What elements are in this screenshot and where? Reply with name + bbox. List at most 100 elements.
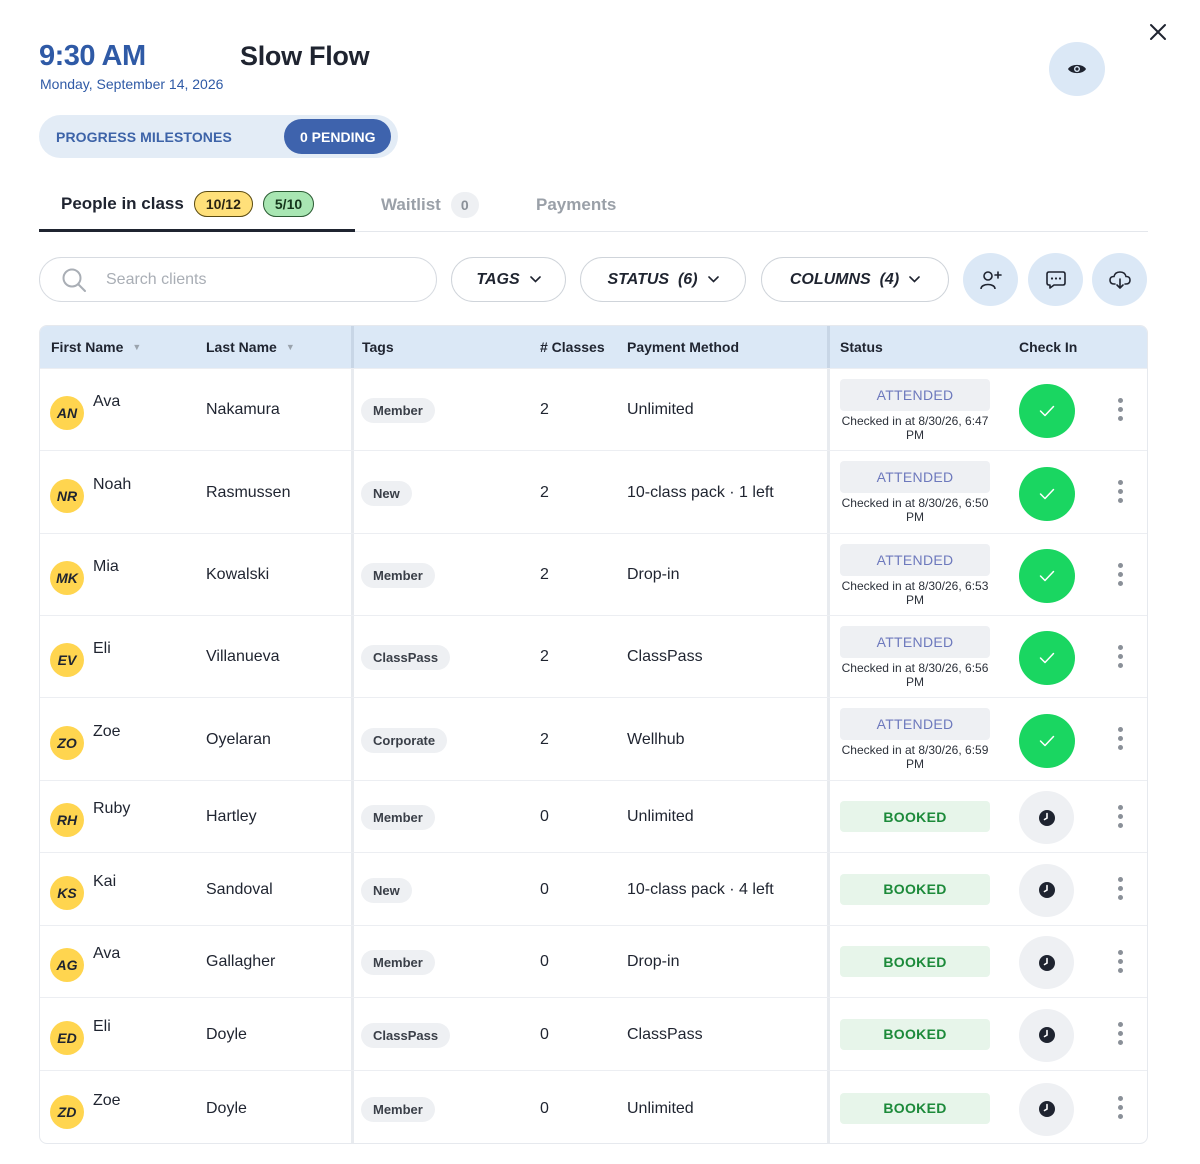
message-icon: [1045, 270, 1066, 289]
columns-filter-button[interactable]: COLUMNS (4): [761, 257, 949, 302]
tab-waitlist[interactable]: Waitlist 0: [381, 178, 479, 231]
row-more-button[interactable]: [1111, 394, 1129, 424]
more-vertical-icon: [1117, 1031, 1123, 1036]
checked-in-badge: 5/10: [262, 190, 315, 217]
row-more-button[interactable]: [1111, 946, 1129, 976]
tag-pill[interactable]: Member: [361, 1096, 435, 1122]
avatar: EV: [50, 643, 84, 677]
tab-people-in-class[interactable]: People in class 10/12 5/10: [39, 178, 355, 232]
avatar: ZD: [50, 1094, 84, 1129]
status-badge: BOOKED: [840, 801, 990, 832]
payment-method-cell: Drop-in: [627, 953, 680, 970]
tag-pill[interactable]: New: [361, 480, 412, 506]
check-in-button[interactable]: [1019, 1008, 1074, 1062]
check-in-button[interactable]: [1019, 631, 1075, 685]
first-name-cell: Kai: [93, 872, 117, 890]
row-more-button[interactable]: [1111, 559, 1129, 589]
table-row[interactable]: MK Mia Kowalski Member 2 Drop-in ATTENDED Check…: [40, 533, 1147, 615]
pending-milestones-pill[interactable]: 0 PENDING: [284, 119, 392, 154]
header-last-name[interactable]: Last Name ▼: [206, 326, 295, 368]
last-name-cell: Sandoval: [206, 880, 273, 898]
last-name-cell: Doyle: [206, 1099, 247, 1117]
header-payment-method: Payment Method: [627, 339, 740, 355]
check-icon: [1039, 488, 1055, 499]
status-badge: BOOKED: [840, 946, 990, 977]
classes-count-cell: 0: [540, 953, 549, 970]
message-class-button[interactable]: [1028, 253, 1083, 306]
row-more-button[interactable]: [1111, 1019, 1129, 1049]
sort-caret-icon: ▼: [132, 342, 142, 352]
header-first-name[interactable]: First Name ▼: [51, 326, 141, 368]
status-badge: ATTENDED: [840, 626, 990, 658]
avatar: ZO: [50, 725, 84, 760]
download-button[interactable]: [1092, 253, 1147, 306]
search-box[interactable]: [39, 257, 437, 302]
check-in-button[interactable]: [1019, 549, 1075, 603]
tag-pill[interactable]: Member: [361, 563, 435, 588]
more-vertical-icon: [1117, 1105, 1123, 1110]
table-row[interactable]: RH Ruby Hartley Member 0 Unlimited BOOKED: [40, 780, 1147, 852]
check-in-button[interactable]: [1019, 384, 1075, 438]
check-in-button[interactable]: [1019, 713, 1075, 768]
check-in-button[interactable]: [1019, 466, 1075, 521]
classes-count-cell: 0: [540, 808, 549, 825]
row-more-button[interactable]: [1111, 641, 1129, 671]
tags-filter-button[interactable]: TAGS: [451, 257, 566, 302]
table-row[interactable]: KS Kai Sandoval New 0 10-class pack · 4 left B…: [40, 852, 1147, 925]
row-more-button[interactable]: [1111, 801, 1129, 831]
status-filter-label: STATUS (6): [607, 270, 698, 288]
last-name-cell: Hartley: [206, 808, 257, 825]
more-vertical-icon: [1117, 1114, 1123, 1119]
header-last-name-label: Last Name: [206, 339, 277, 355]
columns-filter-label: COLUMNS (4): [789, 270, 900, 288]
table-row[interactable]: NR Noah Rasmussen New 2 10-class pack · 1 lef…: [40, 450, 1147, 533]
close-icon: [1150, 24, 1166, 40]
avatar: RH: [50, 803, 84, 837]
status-filter-button[interactable]: STATUS (6): [580, 257, 746, 302]
add-client-button[interactable]: [963, 253, 1018, 306]
tag-pill[interactable]: Member: [361, 398, 435, 423]
tab-payments[interactable]: Payments: [536, 178, 616, 231]
table-row[interactable]: ZD Zoe Doyle Member 0 Unlimited BOOKED: [40, 1070, 1147, 1143]
last-name-cell: Rasmussen: [206, 483, 291, 501]
tag-pill[interactable]: Member: [361, 950, 435, 975]
table-row[interactable]: ZO Zoe Oyelaran Corporate 2 Wellhub ATTENDED Ch…: [40, 697, 1147, 780]
tags-filter-label: TAGS: [476, 270, 520, 288]
progress-milestones-bar[interactable]: PROGRESS MILESTONES 0 PENDING: [39, 115, 398, 158]
avatar: MK: [50, 561, 84, 595]
check-in-button[interactable]: [1019, 936, 1074, 989]
more-vertical-icon: [1117, 644, 1123, 650]
more-vertical-icon: [1117, 571, 1123, 577]
column-divider: [351, 326, 354, 368]
clock-icon: [1038, 809, 1055, 826]
search-input[interactable]: [106, 270, 406, 289]
more-vertical-icon: [1117, 967, 1123, 973]
more-vertical-icon: [1117, 804, 1123, 810]
check-in-button[interactable]: [1019, 863, 1074, 917]
row-more-button[interactable]: [1111, 874, 1129, 904]
last-name-cell: Nakamura: [206, 401, 280, 418]
status-badge: BOOKED: [840, 1018, 990, 1050]
row-more-button[interactable]: [1111, 477, 1129, 507]
table-row[interactable]: EV Eli Villanueva ClassPass 2 ClassPass ATTEND…: [40, 615, 1147, 697]
check-in-button[interactable]: [1019, 791, 1074, 844]
row-more-button[interactable]: [1111, 724, 1129, 754]
first-name-cell: Ava: [93, 945, 121, 962]
tag-pill[interactable]: ClassPass: [361, 1022, 451, 1048]
more-vertical-icon: [1117, 480, 1123, 485]
row-more-button[interactable]: [1111, 1093, 1129, 1123]
payment-method-cell: Unlimited: [627, 401, 694, 418]
table-row[interactable]: ED Eli Doyle ClassPass 0 ClassPass BOOKED: [40, 997, 1147, 1070]
table-row[interactable]: AG Ava Gallagher Member 0 Drop-in BOOKED: [40, 925, 1147, 997]
table-header: First Name ▼ Last Name ▼ Tags # Classes Pa…: [40, 326, 1147, 368]
tag-pill[interactable]: ClassPass: [361, 645, 451, 670]
close-button[interactable]: [1144, 18, 1172, 46]
check-in-button[interactable]: [1019, 1082, 1074, 1136]
payment-method-cell: 10-class pack · 4 left: [627, 880, 774, 898]
table-row[interactable]: AN Ava Nakamura Member 2 Unlimited ATTENDED Che…: [40, 368, 1147, 450]
tag-pill[interactable]: Member: [361, 805, 435, 830]
tab-payments-label: Payments: [536, 194, 617, 214]
preview-button[interactable]: [1049, 42, 1105, 96]
tag-pill[interactable]: New: [361, 877, 412, 903]
tag-pill[interactable]: Corporate: [361, 727, 448, 753]
